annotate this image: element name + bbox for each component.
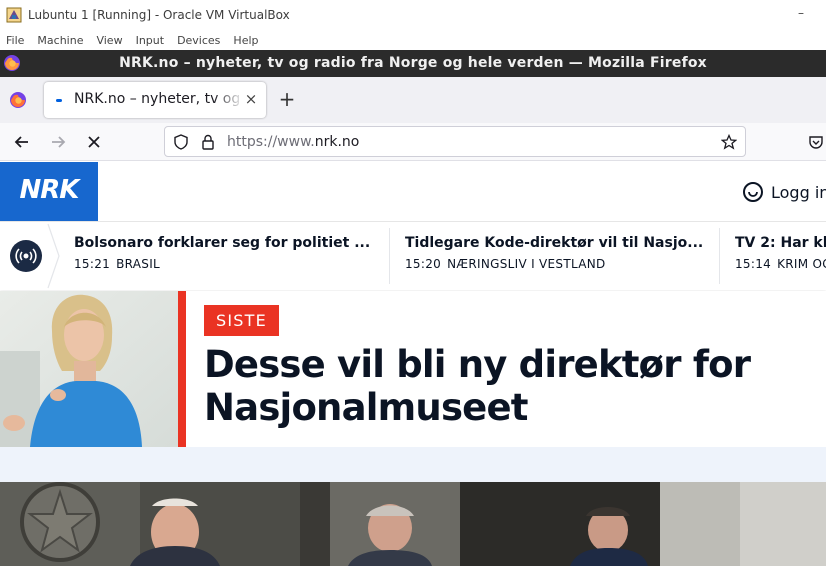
ticker-item[interactable]: Bolsonaro forklarer seg for politiet ...… <box>74 222 384 290</box>
ticker-item-category: BRASIL <box>116 257 161 271</box>
back-arrow-icon <box>14 136 28 148</box>
tab-close-button[interactable]: × <box>242 89 260 109</box>
nrk-logo[interactable]: NRK <box>0 162 98 221</box>
virtualbox-icon <box>6 7 22 23</box>
section-spacer <box>0 447 826 482</box>
login-button[interactable]: Logg inn <box>743 182 826 202</box>
stop-button[interactable] <box>83 131 105 153</box>
siste-badge: SISTE <box>204 305 279 336</box>
url-domain: nrk.no <box>314 134 360 150</box>
ticker-item-meta: 15:20 NÆRINGSLIV I VESTLAND <box>405 257 606 271</box>
url-text[interactable]: https://www.nrk.no <box>227 134 359 150</box>
ticker-item-meta: 15:21 BRASIL <box>74 257 160 271</box>
ticker-item-category: KRIM OG <box>777 257 826 271</box>
menu-view[interactable]: View <box>96 34 122 47</box>
ticker-item-title: Bolsonaro forklarer seg for politiet ... <box>74 235 371 251</box>
vbox-window-title: Lubuntu 1 [Running] - Oracle VM VirtualB… <box>28 8 290 22</box>
menu-file[interactable]: File <box>6 34 24 47</box>
ticker-divider-chevron-icon <box>47 223 60 289</box>
ticker-separator <box>719 228 720 284</box>
url-prefix: https://www. <box>227 134 315 150</box>
menu-devices[interactable]: Devices <box>177 34 220 47</box>
tab-strip: NRK.no – nyheter, tv og radio × + <box>0 77 826 123</box>
ticker-item-category: NÆRINGSLIV I VESTLAND <box>447 257 606 271</box>
ticker-item-time: 15:21 <box>74 257 111 271</box>
headline-line-1: Desse vil bli ny direktør for <box>204 343 751 386</box>
ticker-item-title: Tidlegare Kode-direktør vil til Nasjo... <box>405 235 704 251</box>
menu-machine[interactable]: Machine <box>37 34 83 47</box>
hero-story[interactable]: SISTE Desse vil bli ny direktør for Nasj… <box>0 291 826 447</box>
menu-input[interactable]: Input <box>136 34 164 47</box>
stop-icon <box>88 136 100 148</box>
ticker-item-title: TV 2: Har kla <box>735 235 826 251</box>
hero-accent-bar <box>178 291 186 447</box>
firefox-view-icon[interactable] <box>9 91 27 109</box>
forward-arrow-icon <box>52 136 66 148</box>
ticker-item[interactable]: Tidlegare Kode-direktør vil til Nasjo...… <box>405 222 710 290</box>
menu-help[interactable]: Help <box>233 34 258 47</box>
headline-line-2: Nasjonalmuseet <box>204 386 528 429</box>
news-ticker: Bolsonaro forklarer seg for politiet ...… <box>0 222 826 290</box>
hero-portrait-image[interactable] <box>0 291 178 447</box>
ticker-item[interactable]: TV 2: Har kla 15:14 KRIM OG <box>735 222 826 290</box>
new-tab-button[interactable]: + <box>277 88 297 110</box>
lock-icon[interactable] <box>201 134 215 150</box>
login-label: Logg inn <box>771 182 826 202</box>
ticker-item-time: 15:14 <box>735 257 772 271</box>
firefox-window-title: NRK.no – nyheter, tv og radio fra Norge … <box>119 55 707 71</box>
hero-headline[interactable]: Desse vil bli ny direktør for Nasjonalmu… <box>204 343 804 429</box>
firefox-titlebar: NRK.no – nyheter, tv og radio fra Norge … <box>0 50 826 77</box>
pocket-icon[interactable] <box>808 134 824 150</box>
nrk-header: NRK Logg inn <box>0 162 826 222</box>
nrk-logo-text: NRK <box>19 175 80 205</box>
live-broadcast-icon[interactable] <box>10 240 42 272</box>
vbox-titlebar: Lubuntu 1 [Running] - Oracle VM VirtualB… <box>0 0 826 30</box>
vbox-menubar: File Machine View Input Devices Help <box>0 30 826 50</box>
bookmark-star-icon[interactable] <box>721 134 737 150</box>
tracking-protection-shield-icon[interactable] <box>173 134 189 150</box>
ticker-item-time: 15:20 <box>405 257 442 271</box>
ticker-separator <box>389 228 390 284</box>
tab-nrk[interactable]: NRK.no – nyheter, tv og radio × <box>44 82 266 118</box>
url-bar[interactable]: https://www.nrk.no <box>164 126 746 157</box>
story-photo[interactable] <box>0 482 826 566</box>
loading-indicator-icon <box>56 99 62 102</box>
ticker-item-meta: 15:14 KRIM OG <box>735 257 826 271</box>
back-button[interactable] <box>11 131 33 153</box>
tab-label: NRK.no – nyheter, tv og radio <box>74 91 244 107</box>
forward-button[interactable] <box>47 131 69 153</box>
minimize-button[interactable]: – <box>798 6 804 20</box>
navigation-bar: https://www.nrk.no <box>0 123 826 161</box>
user-smile-icon <box>743 182 763 202</box>
